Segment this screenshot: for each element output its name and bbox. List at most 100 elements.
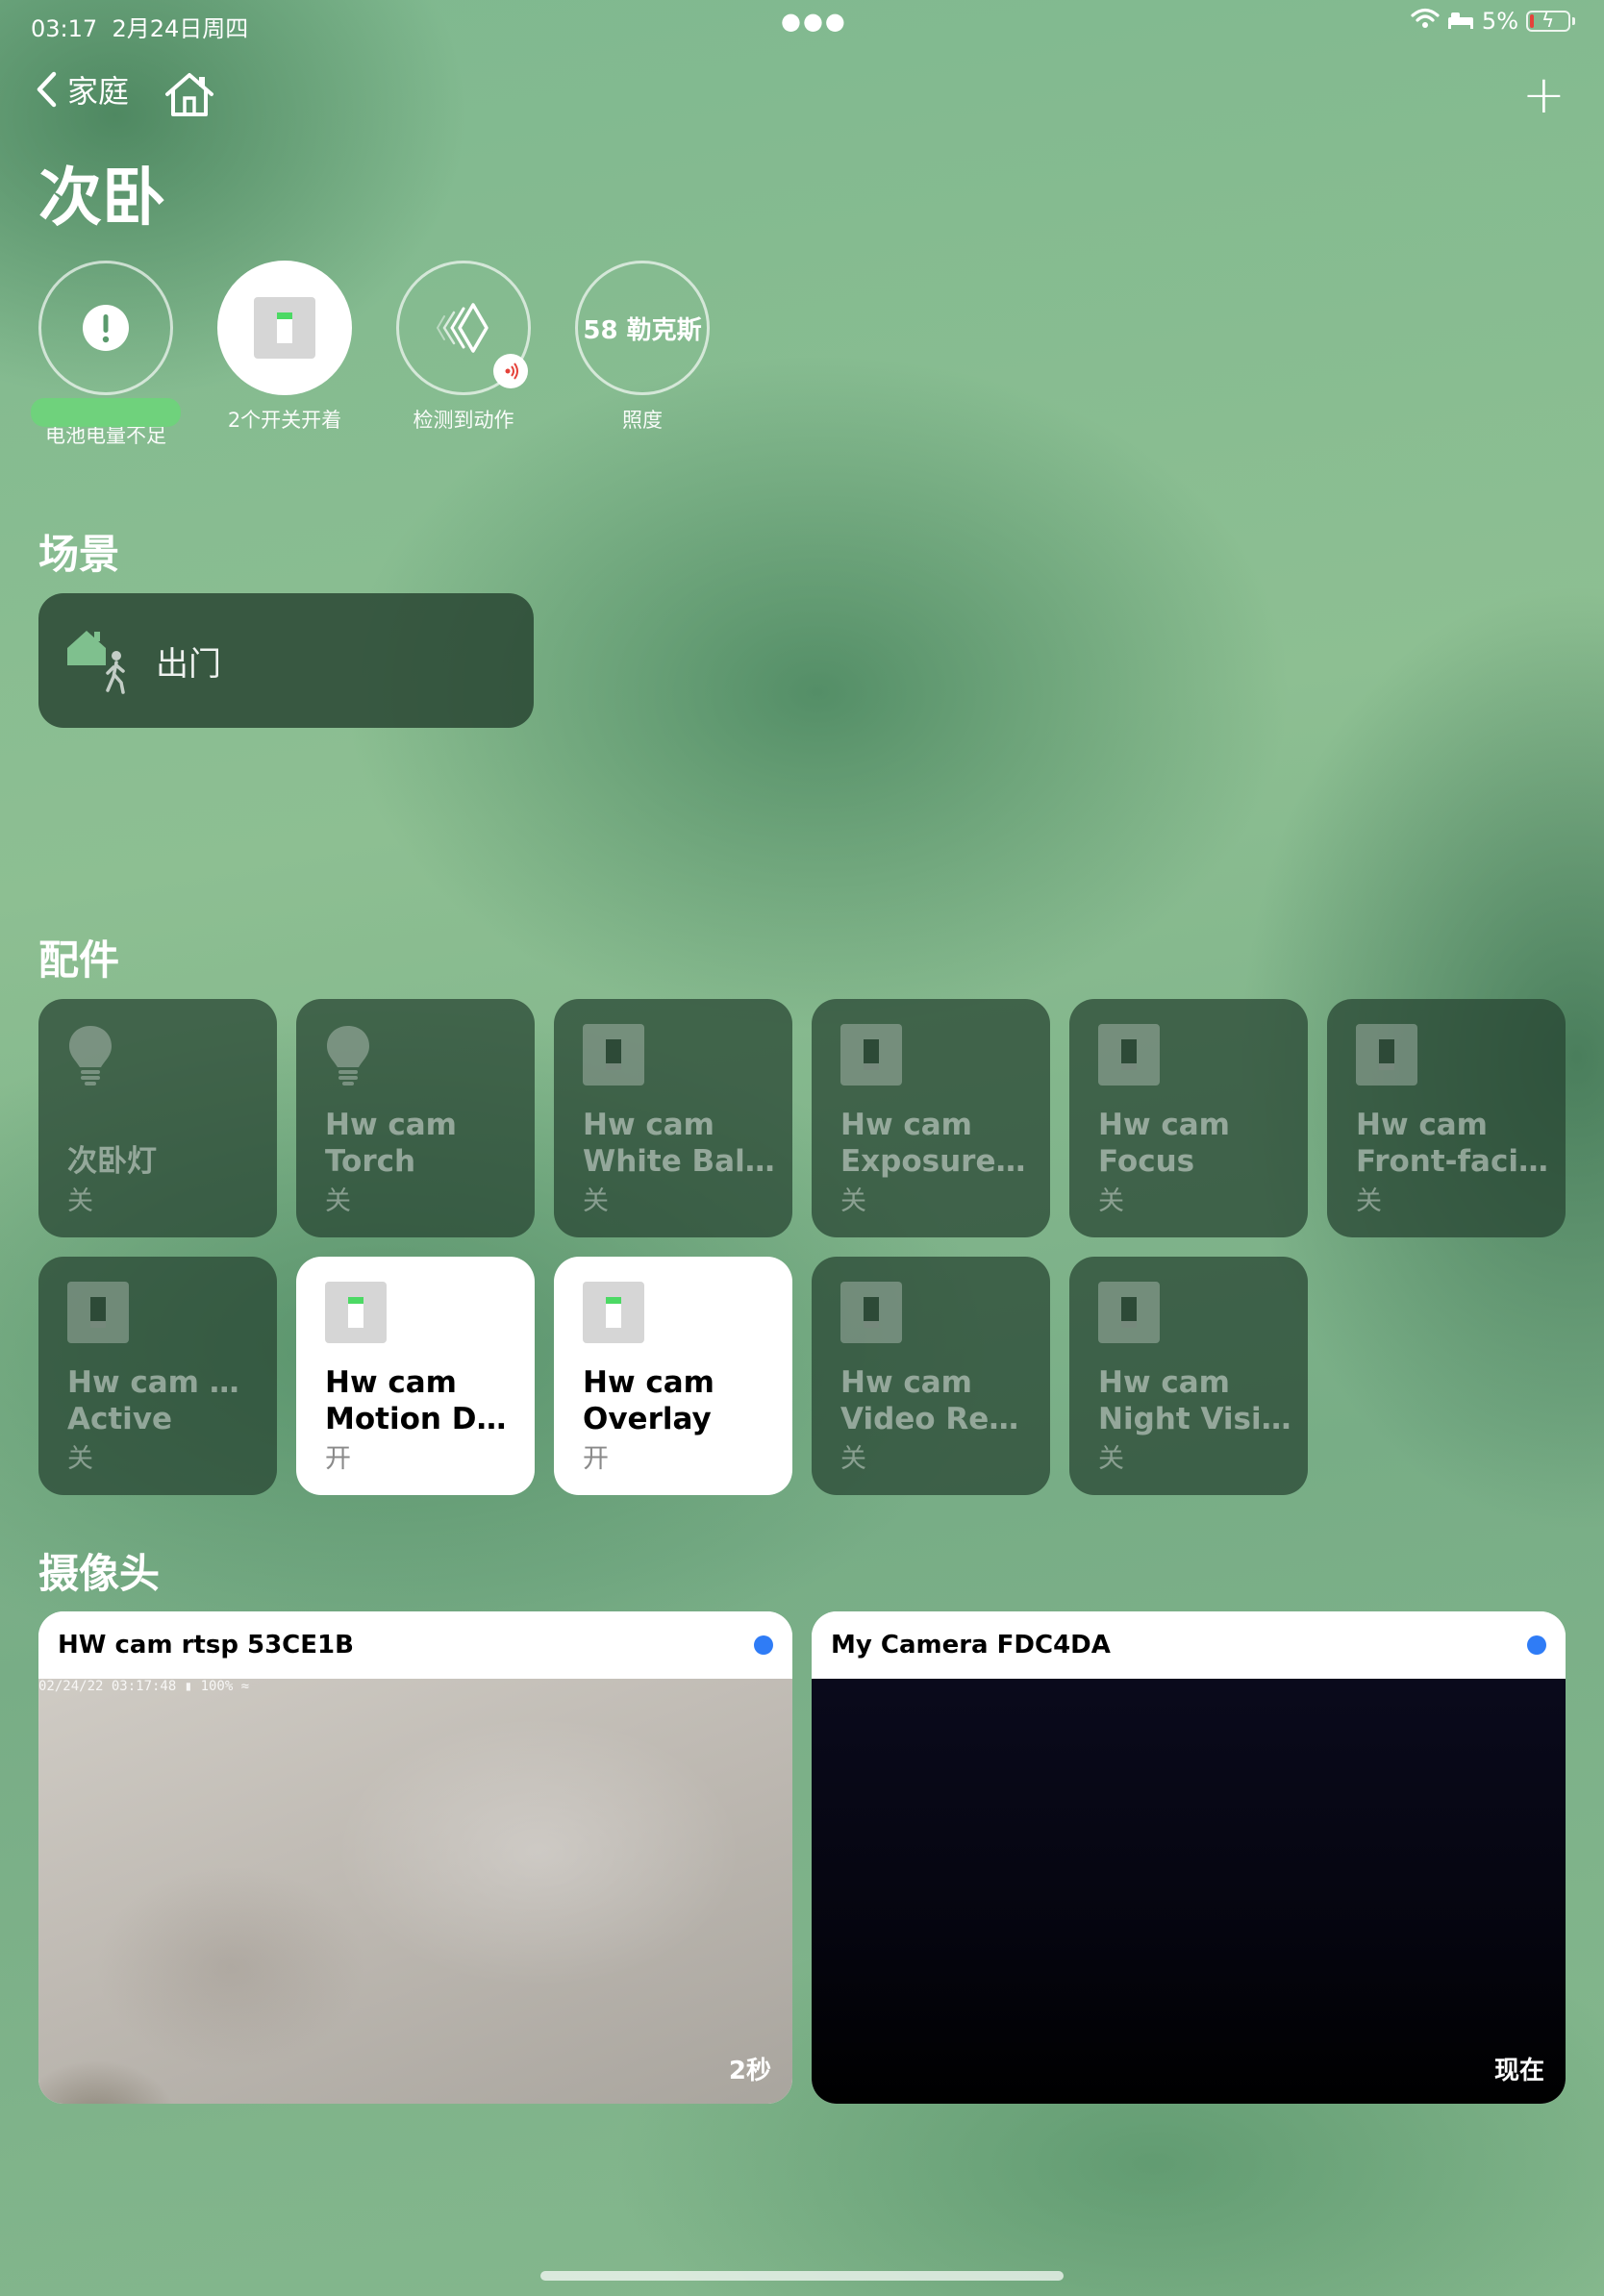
back-label: 家庭 xyxy=(67,73,130,110)
accessory-tile[interactable]: Hw cam Overlay 开 xyxy=(554,1257,792,1495)
accessory-name: Hw camExposure L... xyxy=(840,1107,1035,1180)
accessory-state: 关 xyxy=(1098,1186,1124,1216)
accessory-name-line: Active xyxy=(67,1402,173,1436)
wifi-icon xyxy=(1411,8,1440,35)
status-time: 03:17 2月24日周四 xyxy=(31,15,249,42)
accessory-name-line: Focus xyxy=(1098,1144,1195,1179)
camera-tile-hw-cam-rtsp[interactable]: HW cam rtsp 53CE1B 02/24/22 03:17:48 ▮ 1… xyxy=(38,1611,792,2104)
accessory-name-line: Hw cam xyxy=(1356,1108,1488,1142)
accessory-state: 关 xyxy=(67,1186,93,1216)
accessory-state: 关 xyxy=(325,1186,351,1216)
accessory-state: 关 xyxy=(840,1186,866,1216)
accessory-name-line: Hw cam xyxy=(840,1108,972,1142)
accessory-name-line: Hw cam xyxy=(583,1108,714,1142)
accessory-state: 关 xyxy=(1356,1186,1382,1216)
chevron-left-icon xyxy=(37,71,57,108)
switch-icon xyxy=(583,1024,644,1086)
switch-icon xyxy=(840,1282,902,1343)
accessory-name: Hw cam Overlay xyxy=(583,1364,777,1437)
illuminance-value: 58 勒克斯 xyxy=(583,315,702,345)
battery-icon: ϟ xyxy=(1526,9,1570,32)
accessory-name-line: Overlay xyxy=(583,1402,712,1436)
lightbulb-icon xyxy=(325,1024,371,1093)
camera-osd-timestamp: 02/24/22 03:17:48 ▮ 100% ≈ xyxy=(38,1679,250,1694)
accessory-state: 关 xyxy=(1098,1444,1124,1474)
accessory-state: 关 xyxy=(840,1444,866,1474)
accessory-tile[interactable]: Hw camWhite Bala... 关 xyxy=(554,999,792,1237)
accessory-state: 关 xyxy=(583,1186,609,1216)
accessory-name-line: 次卧灯 xyxy=(67,1144,157,1179)
accessory-name: Hw cam GPS Active xyxy=(67,1364,262,1437)
accessories-heading: 配件 xyxy=(38,936,120,984)
accessory-tile[interactable]: Hw cam Video Rec... 关 xyxy=(812,1257,1050,1495)
sleep-focus-icon xyxy=(1447,8,1474,35)
add-button[interactable]: + xyxy=(1522,69,1566,121)
accessory-name: Hw cam Video Rec... xyxy=(840,1364,1035,1437)
switch-icon xyxy=(1356,1024,1417,1086)
accessory-name-line: Night Vision xyxy=(1098,1402,1292,1436)
battery-percent: 5% xyxy=(1481,8,1518,35)
accessory-state: 关 xyxy=(67,1444,93,1474)
accessory-name: Hw cam Torch xyxy=(325,1107,519,1180)
accessory-name-line: Motion Det... xyxy=(325,1402,519,1436)
status-motion-label: 检测到动作 xyxy=(413,409,514,432)
scene-label: 出门 xyxy=(156,644,221,684)
camera-name: My Camera FDC4DA xyxy=(831,1631,1111,1660)
switch-icon xyxy=(583,1282,644,1343)
accessory-state: 开 xyxy=(325,1444,351,1474)
camera-feed[interactable]: 02/24/22 03:17:48 ▮ 100% ≈ 2秒 xyxy=(38,1679,792,2104)
leave-home-icon xyxy=(67,631,125,694)
accessory-name-line: Hw cam xyxy=(1098,1108,1230,1142)
accessory-tile[interactable]: Hw cam GPS Active 关 xyxy=(38,1257,277,1495)
status-motion[interactable]: 检测到动作 xyxy=(396,261,531,434)
accessory-tile[interactable]: 次卧灯关 xyxy=(38,999,277,1237)
multitasking-dots-icon[interactable]: ●●● xyxy=(781,8,847,35)
switch-icon xyxy=(67,1282,129,1343)
page-title: 次卧 xyxy=(38,161,165,235)
camera-snapshot-age: 2秒 xyxy=(728,2057,771,2085)
accessory-name: Hw camMotion Det... xyxy=(325,1364,519,1437)
accessory-name: 次卧灯 xyxy=(67,1143,262,1180)
switch-icon xyxy=(1098,1282,1160,1343)
status-switches-on[interactable]: 2个开关开着 xyxy=(217,261,352,434)
status-illuminance-label: 照度 xyxy=(622,409,663,432)
switch-icon xyxy=(254,297,315,359)
accessory-name-line: Front-facin... xyxy=(1356,1144,1550,1179)
accessory-name-line: Hw cam xyxy=(583,1365,714,1400)
camera-tile-my-camera[interactable]: My Camera FDC4DA 现在 xyxy=(812,1611,1566,2104)
status-indicators: 5% ϟ xyxy=(1411,8,1575,35)
accessory-name-line: White Bala... xyxy=(583,1144,777,1179)
camera-snapshot-age: 现在 xyxy=(1493,2057,1544,2085)
status-illuminance[interactable]: 58 勒克斯 照度 xyxy=(575,261,710,434)
switch-icon xyxy=(840,1024,902,1086)
accessory-tile[interactable]: Hw cam Torch 关 xyxy=(296,999,535,1237)
accessory-tile[interactable]: Hw camFront-facin... 关 xyxy=(1327,999,1566,1237)
back-button[interactable]: 家庭 xyxy=(35,67,129,112)
accessory-tile[interactable]: Hw camExposure L... 关 xyxy=(812,999,1050,1237)
exclamation-icon xyxy=(83,305,129,351)
scenes-heading: 场景 xyxy=(38,531,120,578)
camera-feed[interactable]: 现在 xyxy=(812,1679,1566,2104)
live-status-dot xyxy=(1527,1635,1546,1655)
accessory-name-line: Hw cam xyxy=(325,1365,457,1400)
accessory-tile[interactable]: Hw cam Night Vision 关 xyxy=(1069,1257,1308,1495)
accessory-tile[interactable]: Hw camMotion Det... 开 xyxy=(296,1257,535,1495)
scene-leave-home[interactable]: 出门 xyxy=(38,593,534,728)
accessory-name: Hw camFront-facin... xyxy=(1356,1107,1550,1180)
home-indicator[interactable] xyxy=(540,2271,1064,2281)
accessory-name-line: Torch xyxy=(325,1144,416,1179)
accessory-name-line: Video Rec... xyxy=(840,1402,1035,1436)
motion-alert-badge xyxy=(493,354,528,388)
accessory-name-line: Exposure L... xyxy=(840,1144,1035,1179)
accessory-tile[interactable]: Hw cam Focus 关 xyxy=(1069,999,1308,1237)
accessory-name-line: Hw cam xyxy=(325,1108,457,1142)
motion-icon xyxy=(436,303,489,353)
accessory-name-line: Hw cam xyxy=(840,1365,972,1400)
accessory-name: Hw cam Night Vision xyxy=(1098,1364,1292,1437)
switch-icon xyxy=(1098,1024,1160,1086)
accessory-name: Hw camWhite Bala... xyxy=(583,1107,777,1180)
home-icon[interactable] xyxy=(163,71,215,123)
cameras-heading: 摄像头 xyxy=(38,1550,161,1597)
redaction-mark xyxy=(31,398,181,427)
accessory-state: 开 xyxy=(583,1444,609,1474)
